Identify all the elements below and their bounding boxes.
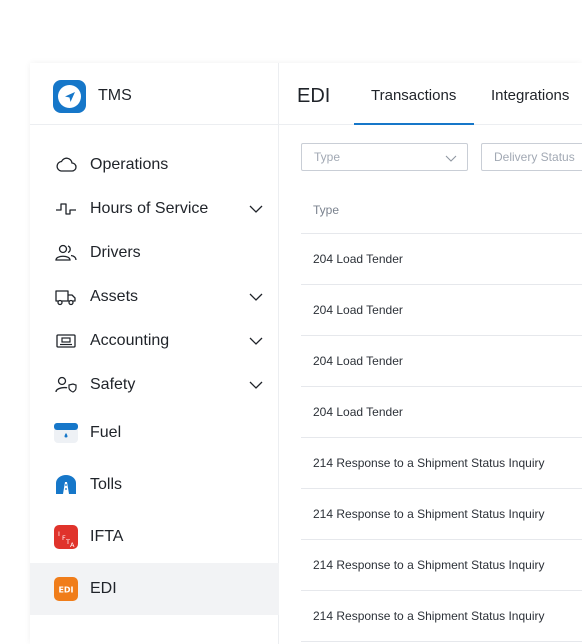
user-shield-icon xyxy=(54,373,78,397)
card-icon xyxy=(54,329,78,353)
page-header: EDI Transactions Integrations xyxy=(279,63,582,125)
chevron-down-icon xyxy=(249,381,263,389)
sidebar-item-tolls[interactable]: Tolls xyxy=(30,463,279,507)
sidebar-item-label: Drivers xyxy=(90,244,141,261)
type-filter-select[interactable]: Type xyxy=(301,143,468,171)
table-row[interactable]: 204 Load Tender xyxy=(301,387,582,438)
column-header-type[interactable]: Type xyxy=(301,186,582,234)
sidebar-item-accounting[interactable]: Accounting xyxy=(30,319,279,363)
brand-header: TMS xyxy=(30,63,279,125)
cloud-icon xyxy=(54,153,78,177)
sidebar-item-label: EDI xyxy=(90,580,117,597)
sidebar-item-label: Tolls xyxy=(90,476,123,493)
svg-text:A: A xyxy=(70,541,75,549)
truck-icon xyxy=(54,285,78,309)
signal-pulse-icon xyxy=(54,197,78,221)
table-row[interactable]: 214 Response to a Shipment Status Inquir… xyxy=(301,591,582,642)
sidebar-item-edi[interactable]: EDI EDI xyxy=(30,563,279,615)
sidebar-item-assets[interactable]: Assets xyxy=(30,275,279,319)
chevron-down-icon xyxy=(249,205,263,213)
delivery-status-filter-select[interactable]: Delivery Status xyxy=(481,143,582,171)
sidebar-item-safety[interactable]: Safety xyxy=(30,363,279,407)
delivery-status-filter-placeholder: Delivery Status xyxy=(494,150,575,164)
main-panel: EDI Transactions Integrations Type Deliv… xyxy=(279,63,582,644)
app-window: TMS Operations Hours of Service Drivers xyxy=(30,63,582,644)
table-row[interactable]: 214 Response to a Shipment Status Inquir… xyxy=(301,489,582,540)
edi-icon: EDI xyxy=(54,577,78,601)
table-row[interactable]: 204 Load Tender xyxy=(301,234,582,285)
sidebar-item-hours-of-service[interactable]: Hours of Service xyxy=(30,187,279,231)
sidebar-item-ifta[interactable]: IFTA IFTA xyxy=(30,515,279,559)
fuel-icon xyxy=(54,421,78,445)
transactions-table: Type 204 Load Tender 204 Load Tender 204… xyxy=(301,186,582,642)
brand-title: TMS xyxy=(98,87,132,104)
ifta-icon: IFTA xyxy=(54,525,78,549)
chevron-down-icon xyxy=(249,293,263,301)
type-filter-placeholder: Type xyxy=(314,150,341,164)
table-row[interactable]: 204 Load Tender xyxy=(301,285,582,336)
sidebar-item-label: IFTA xyxy=(90,528,124,545)
navigation-arrow-icon xyxy=(53,80,86,113)
sidebar-item-label: Hours of Service xyxy=(90,200,209,217)
sidebar-item-label: Fuel xyxy=(90,424,122,441)
sidebar: TMS Operations Hours of Service Drivers xyxy=(30,63,279,644)
page-title: EDI xyxy=(297,85,331,107)
table-row[interactable]: 214 Response to a Shipment Status Inquir… xyxy=(301,438,582,489)
chevron-down-icon xyxy=(445,155,457,162)
sidebar-item-operations[interactable]: Operations xyxy=(30,143,279,187)
sidebar-item-fuel[interactable]: Fuel xyxy=(30,411,279,455)
sidebar-item-label: Assets xyxy=(90,288,139,305)
tab-transactions[interactable]: Transactions xyxy=(371,87,456,104)
table-row[interactable]: 214 Response to a Shipment Status Inquir… xyxy=(301,540,582,591)
sidebar-item-label: Accounting xyxy=(90,332,170,349)
active-tab-indicator xyxy=(354,123,474,125)
svg-text:I: I xyxy=(58,530,60,538)
sidebar-item-label: Safety xyxy=(90,376,136,393)
table-row[interactable]: 204 Load Tender xyxy=(301,336,582,387)
toll-road-icon xyxy=(54,473,78,497)
tab-integrations[interactable]: Integrations xyxy=(491,87,569,104)
users-icon xyxy=(54,241,78,265)
svg-text:EDI: EDI xyxy=(58,586,73,595)
sidebar-item-drivers[interactable]: Drivers xyxy=(30,231,279,275)
sidebar-item-label: Operations xyxy=(90,156,169,173)
chevron-down-icon xyxy=(249,337,263,345)
